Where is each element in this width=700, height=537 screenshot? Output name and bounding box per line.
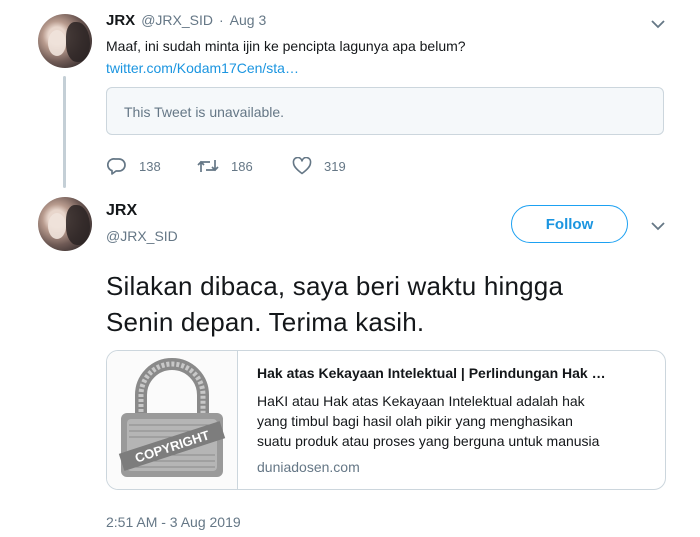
- card-description-line: yang timbul bagi hasil olah pikir yang m…: [257, 413, 573, 429]
- handle[interactable]: @JRX_SID: [106, 228, 178, 244]
- separator: ·: [218, 12, 224, 28]
- padlock-copyright-image: COPYRIGHT: [118, 358, 226, 477]
- card-body: Hak atas Kekayaan Intelektual | Perlindu…: [257, 365, 657, 475]
- tweet-text-line-2: Senin depan. Terima kasih.: [106, 307, 425, 337]
- tweet-text-line-1: Silakan dibaca, saya beri waktu hingga: [106, 271, 564, 301]
- follow-button[interactable]: Follow: [511, 205, 628, 243]
- reply-count: 138: [139, 158, 161, 174]
- like-button[interactable]: 319: [292, 157, 382, 175]
- quoted-tweet-unavailable: This Tweet is unavailable.: [106, 87, 664, 135]
- display-name[interactable]: JRX: [106, 202, 137, 220]
- card-description-line: suatu produk atau proses yang berguna un…: [257, 433, 600, 449]
- link-card[interactable]: COPYRIGHT Hak atas Kekayaan Intelektual …: [106, 350, 666, 490]
- retweet-count: 186: [231, 158, 253, 174]
- tweet-timestamp[interactable]: 2:51 AM - 3 Aug 2019: [106, 514, 241, 530]
- thread-line: [63, 76, 66, 188]
- retweet-button[interactable]: 186: [197, 157, 292, 175]
- heart-icon: [292, 157, 312, 175]
- unavailable-text: This Tweet is unavailable.: [124, 104, 285, 120]
- tweet-text: Maaf, ini sudah minta ijin ke pencipta l…: [106, 38, 466, 54]
- tweet-actions: 138 186 319: [107, 157, 382, 175]
- like-count: 319: [324, 158, 346, 174]
- reply-button[interactable]: 138: [107, 157, 197, 175]
- chevron-down-icon[interactable]: [651, 221, 665, 231]
- avatar[interactable]: [38, 197, 92, 251]
- handle[interactable]: @JRX_SID: [141, 12, 213, 28]
- reply-icon: [107, 158, 126, 175]
- chevron-down-icon[interactable]: [651, 19, 665, 29]
- retweet-icon: [197, 160, 219, 172]
- card-domain: duniadosen.com: [257, 459, 360, 475]
- avatar[interactable]: [38, 14, 92, 68]
- tweet-header: JRX @JRX_SID · Aug 3: [106, 12, 266, 29]
- card-title: Hak atas Kekayaan Intelektual | Perlindu…: [257, 365, 606, 381]
- display-name[interactable]: JRX: [106, 12, 135, 29]
- card-description-line: HaKI atau Hak atas Kekayaan Intelektual …: [257, 393, 585, 409]
- card-image: COPYRIGHT: [107, 351, 238, 489]
- tweet-link[interactable]: twitter.com/Kodam17Cen/sta…: [106, 60, 299, 76]
- card-description: HaKI atau Hak atas Kekayaan Intelektual …: [257, 391, 657, 451]
- tweet-text: Silakan dibaca, saya beri waktu hingga S…: [106, 268, 666, 340]
- tweet-date[interactable]: Aug 3: [230, 12, 267, 28]
